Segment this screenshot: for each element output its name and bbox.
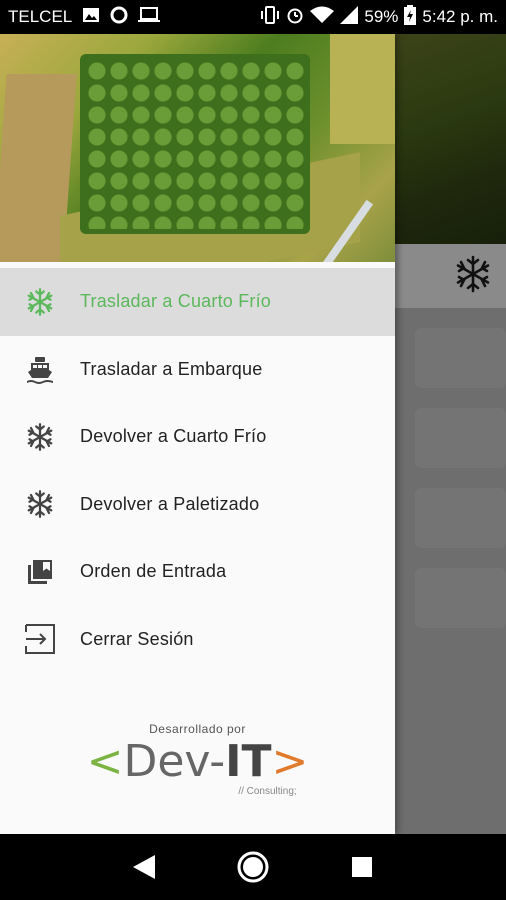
background-toolbar [395,244,506,308]
menu-item-cerrar-sesion[interactable]: Cerrar Sesión [0,606,395,674]
home-circle-icon [237,851,269,883]
background-card [415,328,506,388]
menu-item-orden-entrada[interactable]: Orden de Entrada [0,538,395,606]
circle-icon [110,6,128,29]
menu-item-trasladar-cuarto-frio[interactable]: Trasladar a Cuarto Frío [0,268,395,336]
home-button[interactable] [228,842,278,892]
background-card [415,568,506,628]
developed-by-label: Desarrollado por [149,722,246,736]
image-icon [82,7,100,28]
wifi-icon [310,6,335,29]
menu-item-devolver-cuarto-frio[interactable]: Devolver a Cuarto Frío [0,403,395,471]
recents-button[interactable] [337,842,387,892]
drawer-footer: Desarrollado por <Dev-IT> // Consulting; [0,722,395,797]
snowflake-icon [0,287,80,317]
menu-item-label: Trasladar a Cuarto Frío [80,291,271,312]
alarm-icon [286,6,304,29]
library-icon [0,557,80,587]
drawer-menu: Trasladar a Cuarto Frío Trasladar a Emba… [0,262,395,673]
vibrate-icon [260,5,280,29]
ship-icon [0,354,80,385]
back-triangle-icon [133,855,156,879]
snowflake-icon [453,254,493,299]
laptop-icon [138,6,161,28]
recents-square-icon [351,857,372,877]
menu-item-label: Devolver a Paletizado [80,493,260,514]
menu-item-label: Cerrar Sesión [80,628,194,649]
background-header-image [395,34,506,244]
menu-item-devolver-paletizado[interactable]: Devolver a Paletizado [0,471,395,539]
dev-it-logo: <Dev-IT> [86,736,309,787]
background-list [395,308,506,834]
logo-subtitle: // Consulting; [238,786,297,797]
signal-icon [340,5,359,29]
status-bar: TELCEL 59% 5:42 p. m. [0,0,506,34]
back-button[interactable] [119,842,169,892]
menu-item-label: Devolver a Cuarto Frío [80,426,267,447]
background-card [415,488,506,548]
carrier-label: TELCEL [8,7,73,26]
system-navigation-bar [0,834,506,900]
battery-percent: 59% [364,7,399,26]
menu-item-label: Trasladar a Embarque [80,358,263,379]
menu-item-trasladar-embarque[interactable]: Trasladar a Embarque [0,336,395,404]
navigation-drawer: Trasladar a Cuarto Frío Trasladar a Emba… [0,34,395,834]
clock: 5:42 p. m. [422,7,498,26]
drawer-header-image [0,34,395,262]
battery-charging-icon [404,4,417,30]
logout-icon [0,622,80,656]
snowflake-icon [0,422,80,452]
background-card [415,408,506,468]
menu-item-label: Orden de Entrada [80,561,227,582]
snowflake-icon [0,489,80,519]
